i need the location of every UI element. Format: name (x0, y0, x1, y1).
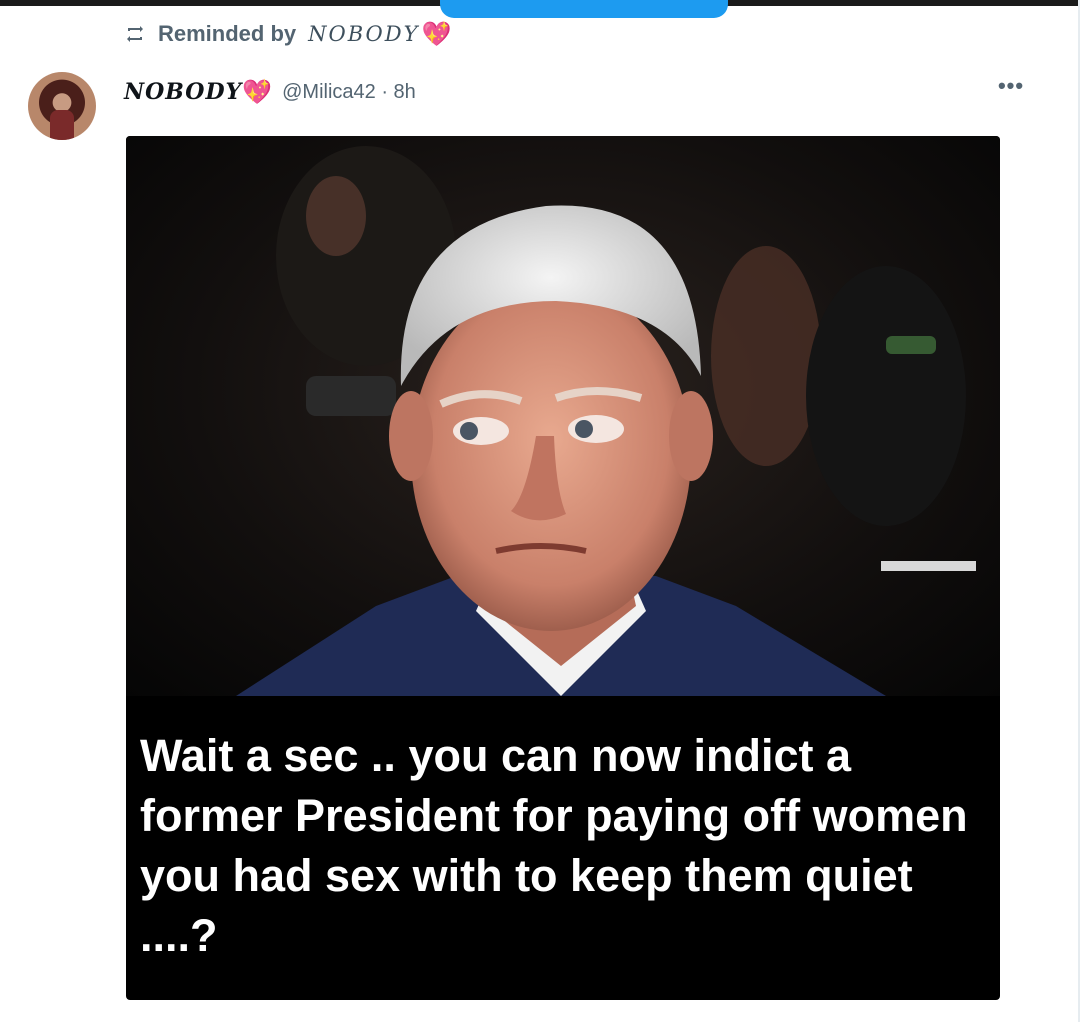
active-tab-indicator (440, 0, 728, 18)
avatar[interactable] (28, 72, 96, 140)
repost-icon (124, 23, 146, 45)
reminded-by-row[interactable]: Reminded by NOBODY 💖 (124, 18, 451, 50)
reminded-by-label: Reminded by (158, 21, 297, 46)
tweet-media[interactable]: Wait a sec .. you can now indict a forme… (126, 136, 1000, 1000)
image-caption: Wait a sec .. you can now indict a forme… (140, 730, 968, 961)
photo (126, 136, 1000, 696)
heart-icon: 💖 (421, 20, 452, 48)
display-name[interactable]: NOBODY (124, 79, 242, 105)
reminded-by-name[interactable]: NOBODY (308, 22, 419, 46)
more-options-button[interactable]: ••• (994, 75, 1028, 102)
avatar-figure (50, 110, 74, 140)
tweet-header: NOBODY 💖 @Milica42 · 8h (124, 76, 416, 108)
photo-illustration (236, 146, 976, 696)
handle-and-time[interactable]: @Milica42 · 8h (282, 81, 416, 104)
heart-icon: 💖 (242, 78, 273, 106)
